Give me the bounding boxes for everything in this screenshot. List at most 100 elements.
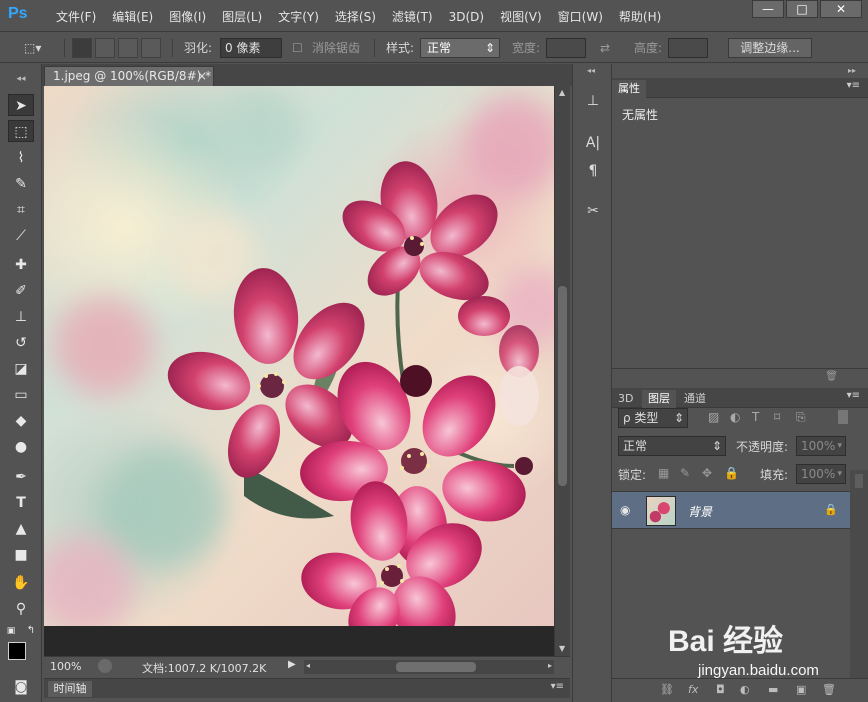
trash-icon[interactable]: 🗑 <box>825 371 838 382</box>
menu-image[interactable]: 图像(I) <box>161 8 214 26</box>
quick-mask-icon[interactable]: ◙ <box>8 676 34 698</box>
menu-3d[interactable]: 3D(D) <box>441 8 492 26</box>
minimize-button[interactable]: — <box>752 0 784 18</box>
scroll-up-icon[interactable]: ▲ <box>559 88 565 97</box>
path-select-tool-icon[interactable]: ▲ <box>8 518 34 540</box>
lock-image-icon[interactable]: ✎ <box>680 466 690 480</box>
hand-tool-icon[interactable]: ✋ <box>8 572 34 594</box>
close-button[interactable]: ✕ <box>820 0 862 18</box>
width-input[interactable] <box>546 38 586 58</box>
foreground-color-swatch[interactable] <box>8 642 26 660</box>
panel-menu-icon[interactable]: ▾≡ <box>847 390 860 401</box>
pen-tool-icon[interactable]: ✒ <box>8 466 34 488</box>
eye-icon[interactable]: ◉ <box>620 503 630 517</box>
layers-scroll-thumb[interactable] <box>855 474 863 488</box>
collapse-icon[interactable]: ◂◂ <box>587 66 595 75</box>
fx-icon[interactable]: fx <box>688 683 698 696</box>
status-icon[interactable] <box>98 659 112 673</box>
lock-transparent-icon[interactable]: ▦ <box>658 466 669 480</box>
horizontal-scrollbar[interactable]: ◂ ▸ <box>304 660 554 674</box>
panel-menu-icon[interactable]: ▾≡ <box>551 681 564 692</box>
tab-layers[interactable]: 图层 <box>642 390 676 408</box>
brush-tool-icon[interactable]: ✐ <box>8 280 34 302</box>
marquee-preset-icon[interactable]: ⬚▾ <box>24 39 41 57</box>
maximize-button[interactable]: □ <box>786 0 818 18</box>
link-layers-icon[interactable]: ⛓ <box>660 683 674 696</box>
filter-toggle[interactable] <box>838 410 848 424</box>
menu-window[interactable]: 窗口(W) <box>550 8 611 26</box>
lock-all-icon[interactable]: 🔒 <box>724 466 739 480</box>
add-selection-icon[interactable] <box>95 38 115 58</box>
new-selection-icon[interactable] <box>72 38 92 58</box>
default-colors-icon[interactable]: ▣ <box>4 620 18 642</box>
delete-layer-icon[interactable]: 🗑 <box>822 683 836 696</box>
canvas[interactable] <box>44 86 554 626</box>
new-layer-icon[interactable]: ▣ <box>796 683 806 696</box>
menu-file[interactable]: 文件(F) <box>48 8 104 26</box>
marquee-tool-icon[interactable]: ⬚ <box>8 120 34 142</box>
filter-pixel-icon[interactable]: ▨ <box>708 410 719 424</box>
filter-type-icon[interactable]: T <box>752 410 759 424</box>
stamp-tool-icon[interactable]: ⊥ <box>8 306 34 328</box>
layer-filter-select[interactable]: ρ 类型 ⇕ <box>618 408 688 428</box>
scroll-right-icon[interactable]: ▸ <box>548 661 552 670</box>
document-tab[interactable]: 1.jpeg @ 100%(RGB/8#) * × <box>44 66 214 86</box>
menu-filter[interactable]: 滤镜(T) <box>384 8 441 26</box>
expand-icon[interactable]: ▸▸ <box>848 66 856 75</box>
height-input[interactable] <box>668 38 708 58</box>
tab-3d[interactable]: 3D <box>612 390 639 408</box>
blur-tool-icon[interactable]: ◆ <box>8 410 34 432</box>
dodge-tool-icon[interactable]: ● <box>8 436 34 458</box>
vertical-scrollbar[interactable]: ▲ ▼ <box>554 86 570 656</box>
add-mask-icon[interactable]: ◘ <box>716 683 725 696</box>
intersect-selection-icon[interactable] <box>141 38 161 58</box>
menu-type[interactable]: 文字(Y) <box>270 8 327 26</box>
menu-layer[interactable]: 图层(L) <box>214 8 270 26</box>
move-tool-icon[interactable]: ➤ <box>8 94 34 116</box>
healing-tool-icon[interactable]: ✚ <box>8 254 34 276</box>
gradient-tool-icon[interactable]: ▭ <box>8 384 34 406</box>
layer-row[interactable]: ◉ 背景 🔒 <box>612 491 850 529</box>
scroll-left-icon[interactable]: ◂ <box>306 661 310 670</box>
paragraph-panel-icon[interactable]: ¶ <box>582 160 604 182</box>
tab-properties[interactable]: 属性 <box>612 80 646 98</box>
tool-presets-icon[interactable]: ✂ <box>582 200 604 222</box>
scroll-down-icon[interactable]: ▼ <box>559 644 565 653</box>
eyedropper-tool-icon[interactable]: ⟋ <box>8 225 34 247</box>
refine-edge-button[interactable]: 调整边缘... <box>728 38 812 58</box>
layers-scrollbar[interactable] <box>850 470 868 690</box>
panel-menu-icon[interactable]: ▾≡ <box>847 80 860 91</box>
subtract-selection-icon[interactable] <box>118 38 138 58</box>
close-tab-icon[interactable]: × <box>197 67 207 86</box>
vertical-scroll-thumb[interactable] <box>558 286 567 486</box>
lock-position-icon[interactable]: ✥ <box>702 466 712 480</box>
fill-input[interactable]: 100% ▾ <box>796 464 846 484</box>
collapse-icon[interactable]: ◂◂ <box>8 68 34 90</box>
menu-edit[interactable]: 编辑(E) <box>104 8 161 26</box>
shape-tool-icon[interactable]: ■ <box>8 544 34 566</box>
zoom-tool-icon[interactable]: ⚲ <box>8 598 34 620</box>
feather-input[interactable]: 0 像素 <box>220 38 282 58</box>
menu-select[interactable]: 选择(S) <box>327 8 384 26</box>
layer-name[interactable]: 背景 <box>688 503 712 520</box>
history-brush-tool-icon[interactable]: ↺ <box>8 332 34 354</box>
menu-view[interactable]: 视图(V) <box>492 8 550 26</box>
swap-colors-icon[interactable]: ↰ <box>24 620 38 642</box>
lock-icon[interactable]: 🔒 <box>824 503 838 516</box>
lasso-tool-icon[interactable]: ⌇ <box>8 147 34 169</box>
eraser-tool-icon[interactable]: ◪ <box>8 358 34 380</box>
horizontal-scroll-thumb[interactable] <box>396 662 476 672</box>
filter-smart-object-icon[interactable]: ⎘ <box>796 410 806 425</box>
style-select[interactable]: 正常 ⇕ <box>420 38 500 58</box>
status-menu-arrow-icon[interactable]: ▶ <box>288 659 296 670</box>
swap-icon[interactable]: ⇄ <box>600 39 610 57</box>
filter-adjustment-icon[interactable]: ◐ <box>730 410 740 424</box>
type-tool-icon[interactable]: T <box>8 492 34 514</box>
adjustment-layer-icon[interactable]: ◐ <box>740 683 750 696</box>
quick-select-tool-icon[interactable]: ✎ <box>8 173 34 195</box>
crop-tool-icon[interactable]: ⌗ <box>8 199 34 221</box>
blend-mode-select[interactable]: 正常 ⇕ <box>618 436 726 456</box>
character-panel-icon[interactable]: A| <box>582 132 604 154</box>
menu-help[interactable]: 帮助(H) <box>611 8 669 26</box>
new-group-icon[interactable]: ▬ <box>768 683 778 696</box>
